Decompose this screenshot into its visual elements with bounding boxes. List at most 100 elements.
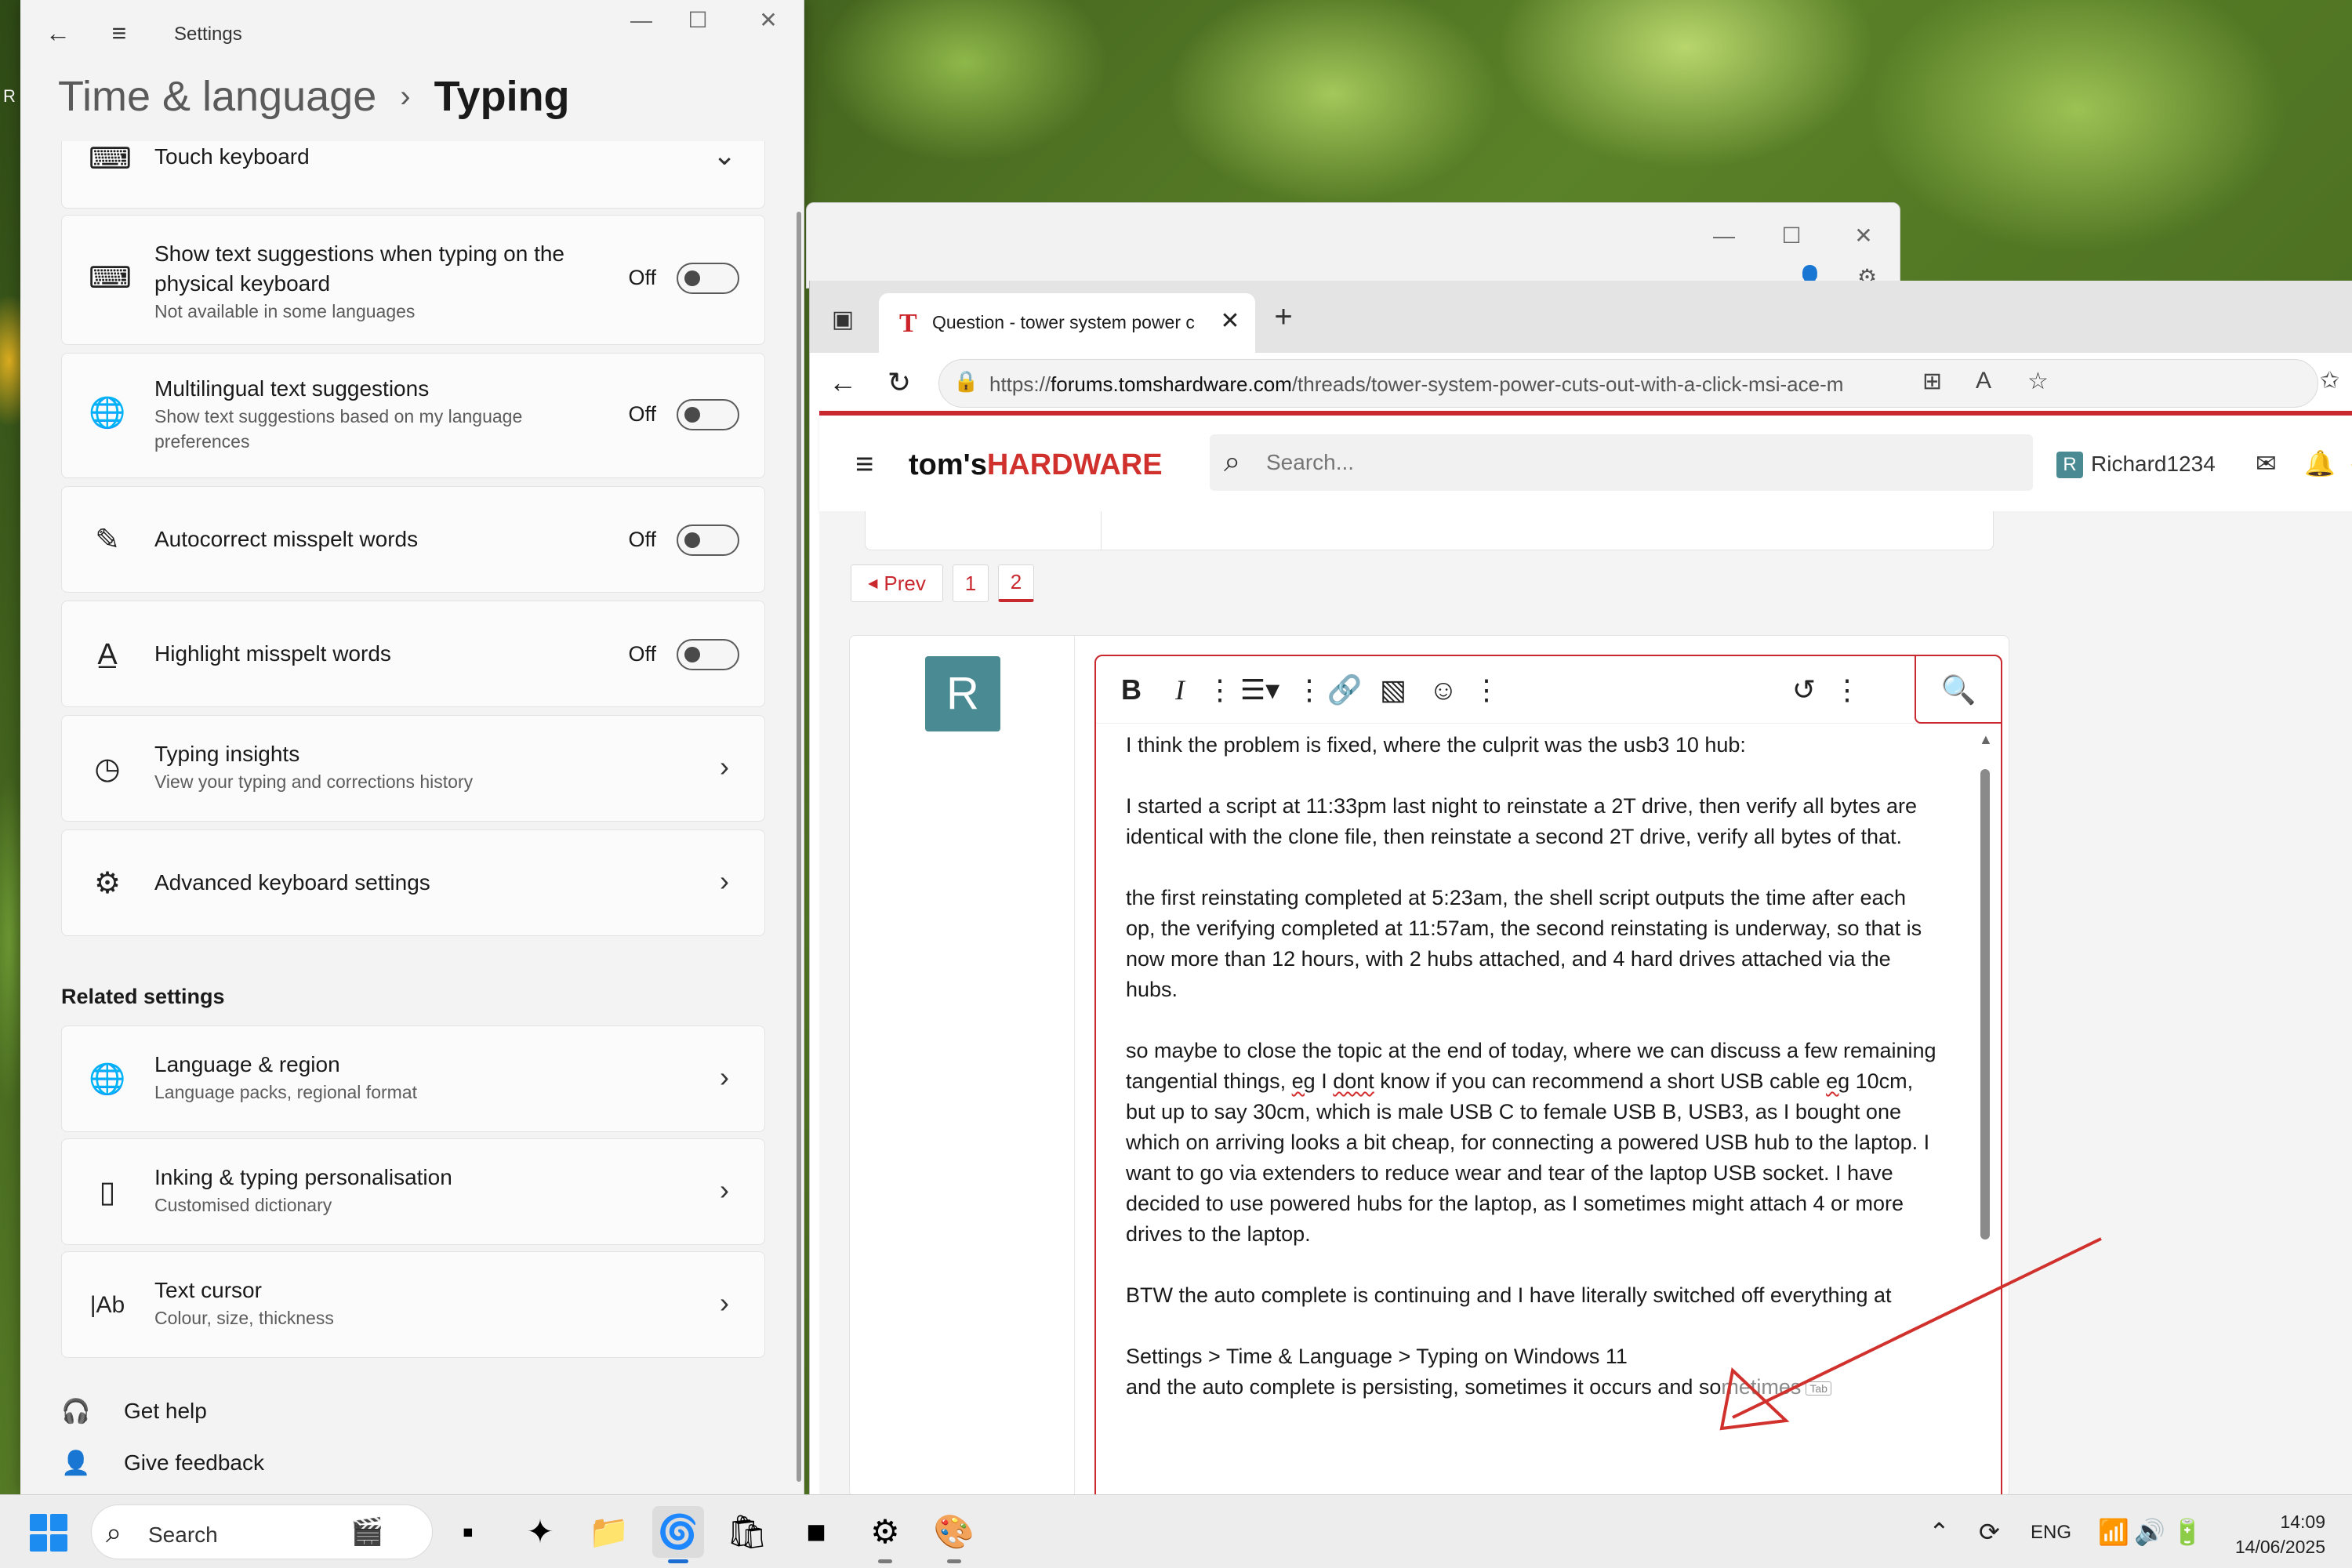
system-clock[interactable]: 14:09 14/06/2025 — [2223, 1509, 2325, 1559]
bold-button[interactable]: B — [1113, 672, 1149, 708]
advanced-keyboard-row[interactable]: ⚙ Advanced keyboard settings › — [61, 829, 765, 936]
row-subtitle: Show text suggestions based on my langua… — [154, 406, 523, 426]
read-aloud-icon[interactable]: A — [1976, 368, 1991, 394]
misspelt-word[interactable]: dont — [1333, 1069, 1374, 1093]
pager-page-2[interactable]: 2 — [998, 564, 1034, 602]
scroll-thumb[interactable] — [1980, 769, 1990, 1240]
row-subtitle: Customised dictionary — [154, 1195, 332, 1215]
more-options-icon[interactable]: ⋮ — [1472, 672, 1501, 708]
mail-icon[interactable]: ✉ — [2256, 448, 2277, 478]
more-history-icon[interactable]: ⋮ — [1833, 672, 1861, 708]
edge-icon[interactable]: 🌀 — [652, 1506, 704, 1558]
editor-scrollbar[interactable]: ▲ — [1979, 731, 1993, 1494]
tab-close-icon[interactable]: ✕ — [1216, 307, 1244, 335]
typing-insights-row[interactable]: ◷ Typing insights View your typing and c… — [61, 715, 765, 822]
emoji-icon[interactable]: ☺ — [1425, 672, 1461, 708]
link-icon[interactable]: 🔗 — [1327, 672, 1363, 708]
language-region-row[interactable]: 🌐 Language & region Language packs, regi… — [61, 1025, 765, 1132]
settings-window: ← ≡ Settings — ☐ ✕ Time & language › Typ… — [20, 0, 804, 1494]
battery-icon[interactable]: 🔋 — [2172, 1517, 2203, 1547]
chevron-up-icon[interactable]: ⌃ — [1929, 1517, 1950, 1547]
pager-prev-button[interactable]: ◀ Prev — [851, 564, 943, 602]
previous-post-bottom — [865, 511, 1994, 550]
reload-icon[interactable]: ↻ — [882, 365, 916, 400]
give-feedback-link[interactable]: 👤 Give feedback — [61, 1447, 264, 1479]
row-title: Multilingual text suggestions — [154, 376, 430, 401]
input-language-indicator[interactable]: ENG — [2031, 1522, 2071, 1544]
post-paragraph: the first reinstating completed at 5:23a… — [1126, 886, 1922, 1001]
pager-page-1[interactable]: 1 — [953, 564, 989, 602]
row-title: physical keyboard — [154, 271, 331, 296]
site-logo[interactable]: tom'sHARDWARE — [909, 448, 1163, 482]
back-arrow-icon[interactable]: ← — [42, 17, 74, 49]
maximize-button[interactable]: ☐ — [1776, 220, 1807, 252]
list-dropdown-button[interactable]: ☰▾ — [1234, 672, 1286, 708]
bell-icon[interactable]: 🔔 — [2304, 448, 2336, 478]
hamburger-menu-icon[interactable]: ≡ — [103, 17, 135, 49]
chevron-down-icon[interactable]: ⌄ — [713, 141, 736, 172]
scroll-up-arrow-icon[interactable]: ▲ — [1979, 731, 1993, 747]
reply-textarea[interactable]: I think the problem is fixed, where the … — [1126, 730, 1941, 1433]
hamburger-menu-icon[interactable]: ≡ — [855, 447, 873, 482]
back-arrow-icon[interactable]: ← — [826, 365, 860, 400]
settings-gear-icon[interactable]: ⚙ — [859, 1506, 911, 1558]
new-tab-button[interactable]: + — [1266, 299, 1301, 334]
maximize-button[interactable]: ☐ — [681, 5, 715, 36]
close-button[interactable]: ✕ — [751, 5, 786, 36]
username-link[interactable]: Richard1234 — [2091, 452, 2216, 477]
image-icon[interactable]: ▧ — [1375, 672, 1411, 708]
more-insert-icon[interactable]: ⋮ — [1295, 672, 1323, 708]
inking-typing-row[interactable]: ▯ Inking & typing personalisation Custom… — [61, 1138, 765, 1245]
settings-scrollbar[interactable] — [797, 212, 801, 1482]
more-formatting-icon[interactable]: ⋮ — [1206, 672, 1234, 708]
breadcrumb-parent[interactable]: Time & language — [58, 72, 376, 121]
chevron-right-icon: › — [720, 865, 729, 897]
wifi-icon[interactable]: 📶 — [2098, 1517, 2129, 1547]
store-icon[interactable]: 🛍 — [721, 1506, 773, 1558]
favorites-icon[interactable]: ✩ — [2320, 367, 2339, 394]
taskbar-search[interactable]: ⌕ Search 🎬 — [91, 1504, 433, 1559]
terminal-icon[interactable]: ■ — [790, 1506, 842, 1558]
autocorrect-toggle[interactable] — [677, 524, 739, 556]
minimize-button[interactable]: — — [1708, 220, 1740, 252]
sync-icon[interactable]: ⟳ — [1979, 1517, 2000, 1547]
close-button[interactable]: ✕ — [1848, 220, 1879, 252]
search-icon[interactable]: ⌕ — [1224, 445, 1240, 479]
chevron-right-icon: › — [720, 1174, 729, 1206]
paint-icon[interactable]: 🎨 — [928, 1506, 980, 1558]
highlight-toggle[interactable] — [677, 639, 739, 670]
file-explorer-icon[interactable]: 📁 — [583, 1506, 635, 1558]
task-view-icon[interactable]: ▪ — [442, 1506, 494, 1558]
italic-button[interactable]: I — [1162, 672, 1198, 708]
tab-forum-question[interactable]: T Question - tower system power c ✕ — [879, 293, 1255, 353]
forum-search-input[interactable] — [1266, 447, 1972, 478]
favorite-star-icon[interactable]: ☆ — [2027, 368, 2049, 395]
active-app-indicator — [668, 1559, 688, 1563]
touch-keyboard-row[interactable]: ⌨ Touch keyboard ⌄ — [61, 141, 765, 209]
taskbar: ⌕ Search 🎬 ▪ ✦ 📁 🌀 🛍 ■ ⚙ 🎨 ⌃ ⟳ ENG 📶 🔊 🔋… — [0, 1494, 2352, 1568]
get-help-label: Get help — [124, 1399, 207, 1423]
misspelt-word[interactable]: eg — [1292, 1069, 1316, 1093]
desktop-fragment: R — [3, 86, 16, 106]
multilingual-toggle[interactable] — [677, 399, 739, 430]
text-cursor-row[interactable]: |Ab Text cursor Colour, size, thickness … — [61, 1251, 765, 1358]
get-help-link[interactable]: 🎧 Get help — [61, 1396, 207, 1427]
text-suggestions-toggle[interactable] — [677, 263, 739, 294]
app-available-icon[interactable]: ⊞ — [1922, 368, 1942, 395]
url-domain: forums.tomshardware.com — [1051, 372, 1292, 396]
lock-icon[interactable]: 🔒 — [953, 369, 978, 394]
misspelt-word[interactable]: eg — [1826, 1069, 1849, 1093]
autocomplete-suggestion: metimes — [1721, 1375, 1802, 1399]
tab-actions-icon[interactable]: ▣ — [827, 304, 858, 336]
volume-icon[interactable]: 🔊 — [2134, 1517, 2165, 1547]
windows-start-button[interactable] — [30, 1514, 67, 1552]
copilot-icon[interactable]: ✦ — [514, 1506, 566, 1558]
preview-toggle-button[interactable]: 🔍 — [1915, 656, 2001, 724]
url-field[interactable]: 🔒 https://forums.tomshardware.com/thread… — [938, 359, 2318, 408]
undo-icon[interactable]: ↺ — [1786, 672, 1822, 708]
user-avatar[interactable]: R — [2056, 452, 2083, 478]
lightning-icon[interactable]: ⚡ — [2347, 448, 2352, 478]
minimize-button[interactable]: — — [624, 5, 659, 36]
notebook-icon: ▯ — [99, 1176, 116, 1209]
gear-icon: ⚙ — [93, 867, 122, 900]
